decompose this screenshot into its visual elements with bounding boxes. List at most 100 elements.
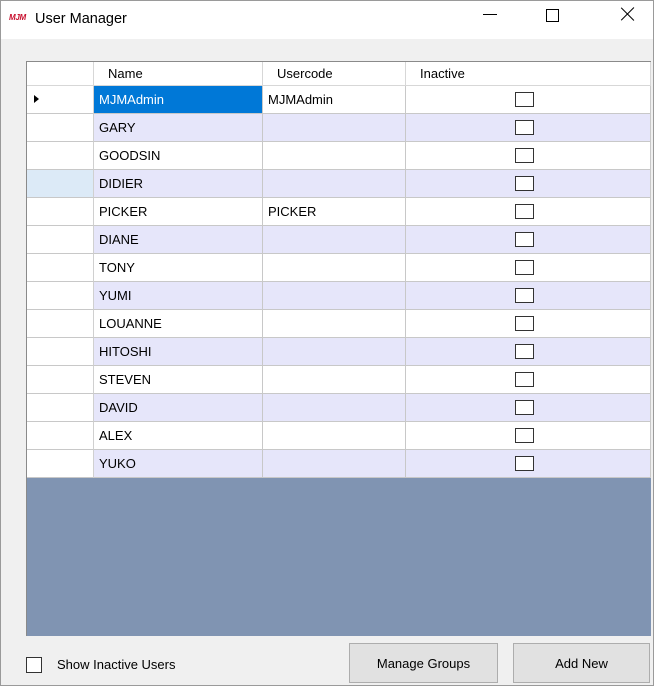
usercode-cell[interactable] [263,114,406,142]
row-header-cell[interactable] [27,226,94,254]
row-header-cell[interactable] [27,142,94,170]
table-row[interactable]: DIDIER [27,170,651,198]
name-cell[interactable]: PICKER [94,198,263,226]
manage-groups-button[interactable]: Manage Groups [349,643,498,683]
close-icon [621,7,635,21]
usercode-cell[interactable] [263,142,406,170]
inactive-checkbox[interactable] [515,400,534,415]
maximize-button[interactable] [529,1,575,39]
usercode-cell[interactable]: MJMAdmin [263,86,406,114]
usercode-cell[interactable] [263,422,406,450]
name-cell[interactable]: ALEX [94,422,263,450]
show-inactive-checkbox-box[interactable] [26,657,42,673]
inactive-checkbox[interactable] [515,148,534,163]
usercode-cell[interactable] [263,170,406,198]
row-header-cell[interactable] [27,198,94,226]
inactive-cell [406,114,651,142]
table-row[interactable]: YUMI [27,282,651,310]
table-row[interactable]: TONY [27,254,651,282]
row-header-cell[interactable] [27,338,94,366]
usercode-cell[interactable] [263,254,406,282]
inactive-checkbox[interactable] [515,428,534,443]
usercode-cell[interactable] [263,450,406,478]
column-header-usercode[interactable]: Usercode [263,62,406,86]
name-cell[interactable]: YUMI [94,282,263,310]
row-header-cell[interactable] [27,310,94,338]
name-cell[interactable]: TONY [94,254,263,282]
inactive-checkbox[interactable] [515,92,534,107]
inactive-checkbox[interactable] [515,372,534,387]
name-cell[interactable]: DIDIER [94,170,263,198]
maximize-icon [545,8,559,22]
inactive-checkbox[interactable] [515,456,534,471]
name-cell[interactable]: GOODSIN [94,142,263,170]
inactive-checkbox[interactable] [515,260,534,275]
inactive-cell [406,86,651,114]
usercode-cell[interactable] [263,338,406,366]
usercode-cell[interactable] [263,394,406,422]
usercode-cell[interactable] [263,366,406,394]
row-header-cell[interactable] [27,422,94,450]
inactive-cell [406,366,651,394]
name-cell[interactable]: LOUANNE [94,310,263,338]
row-header-cell[interactable] [27,114,94,142]
table-row[interactable]: PICKER PICKER [27,198,651,226]
inactive-checkbox[interactable] [515,232,534,247]
inactive-checkbox[interactable] [515,120,534,135]
usercode-cell[interactable] [263,310,406,338]
inactive-cell [406,142,651,170]
users-grid[interactable]: Name Usercode Inactive MJMAdmin MJMAdmin G… [26,61,651,636]
table-row[interactable]: STEVEN [27,366,651,394]
row-header-cell[interactable] [27,86,94,114]
usercode-cell[interactable] [263,226,406,254]
inactive-cell [406,282,651,310]
add-new-button[interactable]: Add New [513,643,650,683]
table-row[interactable]: LOUANNE [27,310,651,338]
row-header-cell[interactable] [27,170,94,198]
show-inactive-label: Show Inactive Users [57,657,176,672]
name-cell[interactable]: STEVEN [94,366,263,394]
inactive-checkbox[interactable] [515,176,534,191]
inactive-cell [406,170,651,198]
inactive-checkbox[interactable] [515,344,534,359]
column-header-inactive[interactable]: Inactive [406,62,651,86]
row-header-cell[interactable] [27,450,94,478]
table-row[interactable]: DIANE [27,226,651,254]
table-row[interactable]: ALEX [27,422,651,450]
name-cell[interactable]: DAVID [94,394,263,422]
inactive-checkbox[interactable] [515,288,534,303]
table-row[interactable]: DAVID [27,394,651,422]
inactive-checkbox[interactable] [515,316,534,331]
name-cell[interactable]: GARY [94,114,263,142]
close-button[interactable] [605,1,651,39]
grid-header: Name Usercode Inactive [27,62,651,86]
row-header-cell[interactable] [27,282,94,310]
inactive-cell [406,394,651,422]
usercode-cell[interactable] [263,282,406,310]
name-cell[interactable]: MJMAdmin [94,86,263,114]
inactive-cell [406,338,651,366]
inactive-cell [406,198,651,226]
minimize-button[interactable] [467,1,513,39]
minimize-icon [483,13,497,15]
name-cell[interactable]: YUKO [94,450,263,478]
table-row[interactable]: MJMAdmin MJMAdmin [27,86,651,114]
row-header-column[interactable] [27,62,94,86]
table-row[interactable]: HITOSHI [27,338,651,366]
table-row[interactable]: YUKO [27,450,651,478]
app-logo: MJM [9,13,26,22]
column-header-name[interactable]: Name [94,62,263,86]
row-header-cell[interactable] [27,254,94,282]
row-header-cell[interactable] [27,394,94,422]
title-bar[interactable]: MJM User Manager [1,1,653,39]
row-header-cell[interactable] [27,366,94,394]
current-row-arrow-icon [34,95,39,103]
name-cell[interactable]: DIANE [94,226,263,254]
table-row[interactable]: GARY [27,114,651,142]
inactive-cell [406,310,651,338]
table-row[interactable]: GOODSIN [27,142,651,170]
usercode-cell[interactable]: PICKER [263,198,406,226]
inactive-cell [406,422,651,450]
inactive-checkbox[interactable] [515,204,534,219]
name-cell[interactable]: HITOSHI [94,338,263,366]
